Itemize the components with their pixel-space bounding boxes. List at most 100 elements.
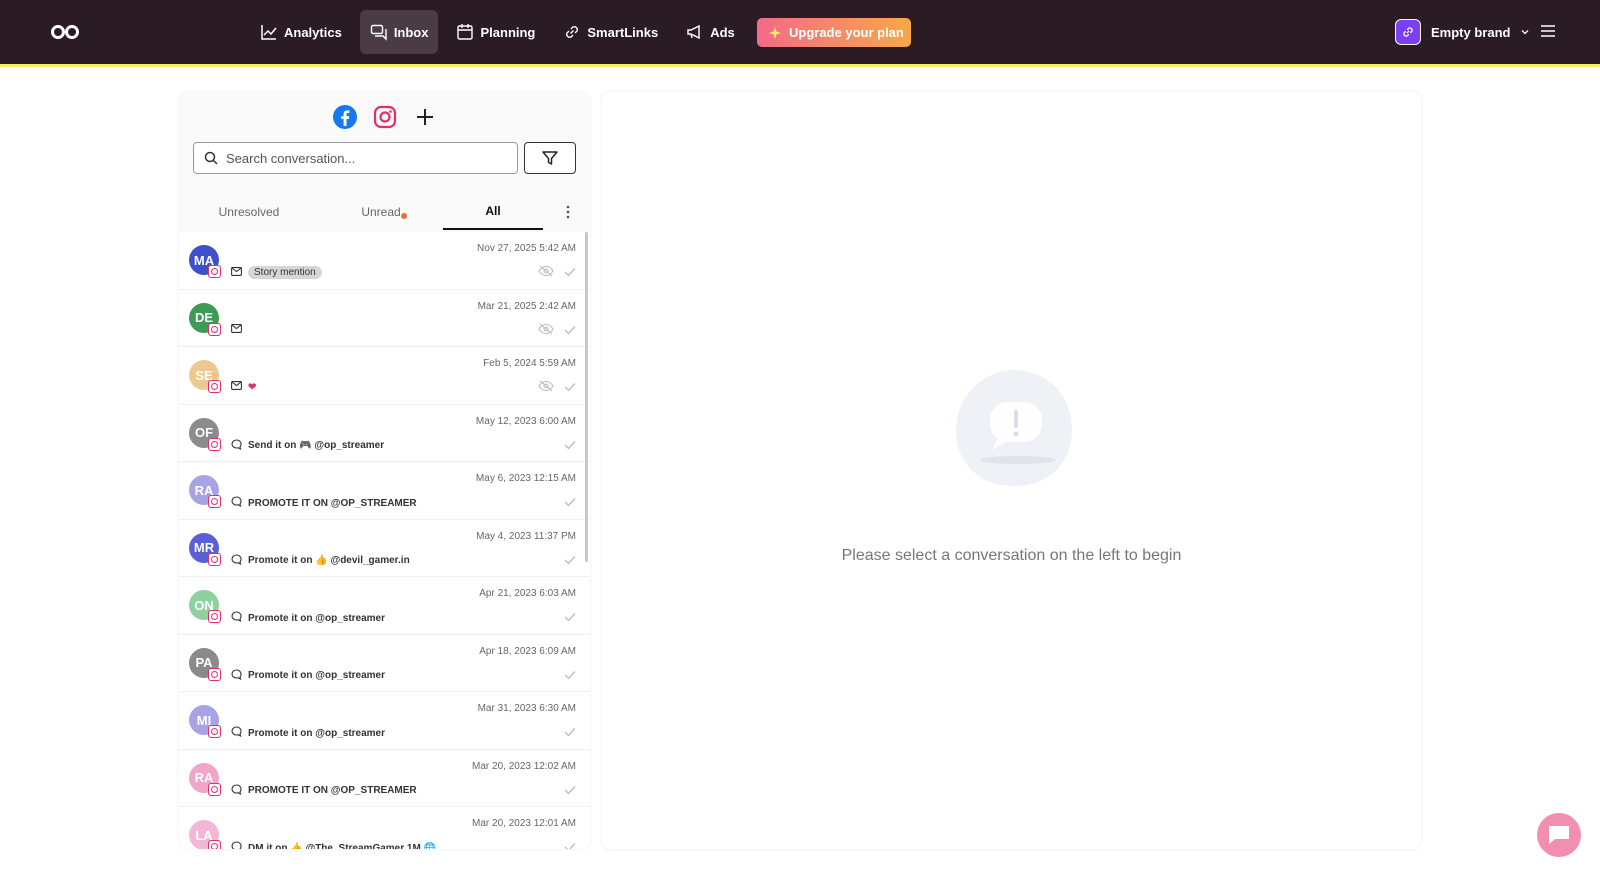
conversation-date: Mar 20, 2023 12:02 AM (472, 760, 576, 772)
conversation-row[interactable]: OF May 12, 2023 6:00 AM Send it on 🎮 @op_s… (179, 404, 590, 462)
eye-off-icon[interactable] (538, 322, 554, 340)
conversation-preview: Send it on 🎮 @op_streamer (231, 438, 385, 453)
conversation-row[interactable]: RA Mar 20, 2023 12:02 AM PROMOTE IT ON @OP… (179, 749, 590, 807)
check-icon[interactable] (564, 667, 576, 685)
check-icon[interactable] (564, 724, 576, 742)
instagram-icon[interactable] (372, 104, 398, 130)
conversation-row[interactable]: MI Mar 31, 2023 6:30 AM Promote it on @op_… (179, 692, 590, 750)
nav-analytics[interactable]: Analytics (250, 10, 352, 54)
instagram-badge-icon (208, 265, 221, 278)
check-icon[interactable] (564, 264, 576, 282)
eye-off-icon[interactable] (538, 264, 554, 282)
conversation-list: MA Nov 27, 2025 5:42 AM Story mention DE Mar… (179, 232, 590, 849)
comment-icon (231, 496, 242, 510)
conversation-row[interactable]: PA Apr 18, 2023 6:09 AM Promote it on @op_… (179, 634, 590, 692)
row-actions (564, 667, 576, 685)
conversation-row[interactable]: LA Mar 20, 2023 12:01 AM DM it on 👍 @The_S… (179, 807, 590, 849)
top-navigation-bar: Analytics Inbox Planning SmartLinks Ads … (0, 0, 1600, 64)
row-actions (538, 322, 576, 340)
conversation-preview (231, 323, 242, 336)
comment-icon (231, 611, 242, 625)
support-chat-button[interactable] (1537, 813, 1581, 857)
nav-smartlinks[interactable]: SmartLinks (553, 10, 668, 54)
tab-unresolved[interactable]: Unresolved (179, 194, 319, 230)
upgrade-plan-button[interactable]: Upgrade your plan (757, 18, 911, 47)
empty-state-message: Please select a conversation on the left… (841, 547, 1182, 564)
check-icon[interactable] (564, 839, 576, 849)
search-input[interactable] (226, 150, 496, 166)
chat-icon (1549, 826, 1569, 844)
conversation-detail-panel: Please select a conversation on the left… (602, 92, 1421, 849)
instagram-badge-icon (208, 725, 221, 738)
scrollbar[interactable] (585, 232, 588, 562)
check-icon[interactable] (564, 379, 576, 397)
instagram-badge-icon (208, 610, 221, 623)
comment-icon (231, 783, 242, 798)
tab-unread[interactable]: Unread (319, 194, 443, 230)
nav-planning[interactable]: Planning (446, 10, 545, 54)
conversation-preview: Promote it on @op_streamer (231, 611, 385, 625)
comment-icon (231, 553, 242, 568)
conversation-date: Feb 5, 2024 5:59 AM (483, 358, 576, 369)
search-icon (204, 151, 218, 165)
conversation-row[interactable]: SE Feb 5, 2024 5:59 AM ❤ (179, 347, 590, 405)
brand-selector[interactable]: Empty brand (1395, 19, 1530, 45)
hamburger-menu-icon[interactable] (1540, 24, 1556, 38)
conversation-row[interactable]: MA Nov 27, 2025 5:42 AM Story mention (179, 232, 590, 290)
unread-dot (400, 213, 407, 219)
check-icon[interactable] (564, 494, 576, 512)
brand-avatar (1395, 19, 1421, 45)
check-icon[interactable] (564, 609, 576, 627)
heart-icon: ❤ (248, 381, 257, 393)
chat-bubbles-icon (370, 24, 387, 41)
conversation-date: Mar 31, 2023 6:30 AM (477, 703, 576, 714)
row-actions (564, 437, 576, 455)
conversation-row[interactable]: RA May 6, 2023 12:15 AM PROMOTE IT ON @OP_… (179, 462, 590, 520)
brand-name: Empty brand (1431, 24, 1511, 40)
link-icon (1403, 27, 1413, 37)
conversation-row[interactable]: MR May 4, 2023 11:37 PM Promote it on 👍 @d… (179, 519, 590, 577)
instagram-badge-icon (208, 437, 221, 451)
preview-text: Promote it on @op_streamer (248, 612, 386, 624)
conversation-preview: Promote it on 👍 @devil_gamer.in (231, 553, 410, 568)
preview-text: PROMOTE IT ON @OP_STREAMER (248, 785, 417, 796)
conversation-preview: Story mention (231, 266, 322, 279)
check-icon[interactable] (564, 322, 576, 340)
app-logo-icon[interactable] (50, 22, 80, 42)
instagram-badge-icon (208, 552, 221, 566)
filter-button[interactable] (524, 142, 576, 174)
preview-text: Send it on 🎮 @op_streamer (248, 440, 385, 451)
nav-analytics-label: Analytics (284, 24, 342, 40)
instagram-badge-icon (208, 322, 221, 336)
conversation-date: May 4, 2023 11:37 PM (476, 530, 576, 542)
conversation-row[interactable]: ON Apr 21, 2023 6:03 AM Promote it on @op_… (179, 577, 590, 635)
instagram-badge-icon (208, 840, 221, 849)
conversation-date: Nov 27, 2025 5:42 AM (477, 243, 576, 254)
eye-off-icon[interactable] (538, 379, 554, 397)
tab-all[interactable]: All (443, 194, 543, 230)
nav-ads-label: Ads (710, 24, 735, 40)
check-icon[interactable] (564, 437, 576, 455)
network-selector (179, 104, 590, 130)
mail-icon (231, 266, 242, 279)
megaphone-icon (687, 24, 700, 40)
search-conversation-field[interactable] (193, 142, 518, 174)
conversation-row[interactable]: DE Mar 21, 2025 2:42 AM (179, 289, 590, 347)
preview-text: Promote it on 👍 @devil_gamer.in (248, 555, 410, 566)
more-options-icon[interactable] (560, 202, 576, 222)
add-network-icon[interactable] (412, 104, 438, 130)
story-mention-badge: Story mention (248, 266, 322, 279)
preview-text: Promote it on @op_streamer (248, 727, 386, 739)
conversation-date: Apr 18, 2023 6:09 AM (479, 645, 576, 657)
instagram-badge-icon (208, 782, 221, 796)
nav-ads[interactable]: Ads (676, 10, 745, 54)
link-icon (566, 26, 579, 38)
check-icon[interactable] (564, 782, 576, 800)
check-icon[interactable] (564, 552, 576, 570)
row-actions (538, 379, 576, 397)
nav-inbox[interactable]: Inbox (359, 10, 439, 54)
upgrade-plan-label: Upgrade your plan (789, 25, 904, 40)
facebook-icon[interactable] (332, 104, 358, 130)
chart-line-icon (261, 25, 277, 40)
instagram-badge-icon (208, 495, 221, 508)
